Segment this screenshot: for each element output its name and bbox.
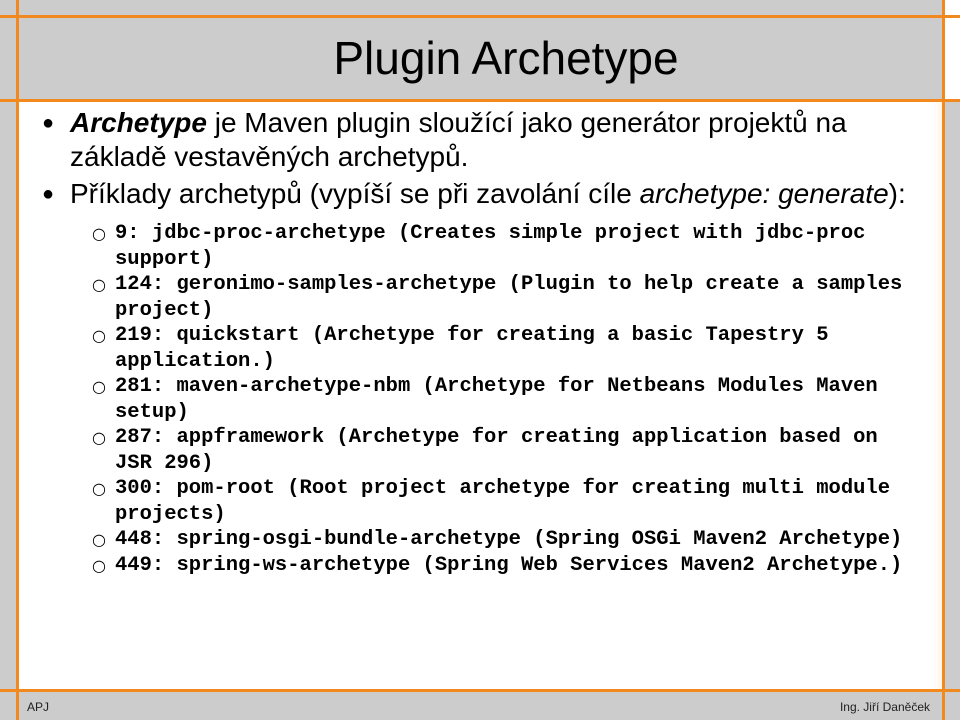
footer-course: APJ [27, 700, 50, 714]
bullet-item: ● Archetype je Maven plugin sloužící jak… [40, 106, 920, 174]
archetype-text: 287: appframework (Archetype for creatin… [115, 426, 878, 475]
archetype-item: ○ 9: jdbc-proc-archetype (Creates simple … [40, 221, 920, 272]
archetype-text: 124: geronimo-samples-archetype (Plugin … [115, 273, 903, 322]
archetype-item: ○ 448: spring-osgi-bundle-archetype (Spri… [40, 527, 920, 553]
bullet-icon: ● [42, 183, 55, 205]
frame-line-footer-top [0, 689, 960, 692]
sub-bullet-icon: ○ [92, 555, 106, 575]
archetype-item: ○ 287: appframework (Archetype for creati… [40, 425, 920, 476]
term-archetype: Archetype [70, 107, 207, 138]
archetype-text: 219: quickstart (Archetype for creating … [115, 324, 829, 373]
bullet-text: ): [888, 178, 906, 209]
frame-line-right [942, 0, 945, 720]
archetype-item: ○ 219: quickstart (Archetype for creating… [40, 323, 920, 374]
frame-line-title-bottom [0, 99, 960, 102]
archetype-item: ○ 449: spring-ws-archetype (Spring Web Se… [40, 553, 920, 579]
sub-bullet-icon: ○ [92, 530, 106, 549]
slide-title: Plugin Archetype [333, 32, 679, 84]
archetype-text: 449: spring-ws-archetype (Spring Web Ser… [115, 553, 903, 577]
archetype-item: ○ 300: pom-root (Root project archetype f… [40, 476, 920, 527]
sub-bullet-icon: ○ [92, 326, 106, 345]
goal-name: archetype: generate [639, 178, 889, 209]
archetype-text: 448: spring-osgi-bundle-archetype (Sprin… [115, 528, 903, 551]
left-gutter [0, 100, 17, 690]
sub-bullet-icon: ○ [92, 275, 106, 294]
top-band [0, 0, 960, 16]
footer-band [19, 692, 943, 720]
archetype-list: ○ 9: jdbc-proc-archetype (Creates simple … [40, 221, 920, 578]
sub-bullet-icon: ○ [92, 224, 106, 243]
bullet-text: Příklady archetypů (vypíší se při zavolá… [70, 178, 640, 209]
right-gutter-band [944, 100, 960, 720]
footer-author: Ing. Jiří Daněček [839, 700, 930, 714]
sub-bullet-icon: ○ [92, 428, 106, 447]
sub-bullet-icon: ○ [92, 377, 106, 396]
frame-line-left [16, 0, 19, 720]
archetype-item: ○ 124: geronimo-samples-archetype (Plugin… [40, 272, 920, 323]
slide-body: ● Archetype je Maven plugin sloužící jak… [40, 106, 920, 578]
archetype-text: 300: pom-root (Root project archetype fo… [115, 477, 891, 526]
archetype-text: 281: maven-archetype-nbm (Archetype for … [115, 375, 878, 424]
sub-bullet-icon: ○ [92, 479, 106, 498]
bullet-item: ● Příklady archetypů (vypíší se při zavo… [40, 177, 920, 211]
bullet-icon: ● [42, 112, 55, 134]
archetype-text: 9: jdbc-proc-archetype (Creates simple p… [115, 222, 866, 271]
archetype-item: ○ 281: maven-archetype-nbm (Archetype for… [40, 374, 920, 425]
